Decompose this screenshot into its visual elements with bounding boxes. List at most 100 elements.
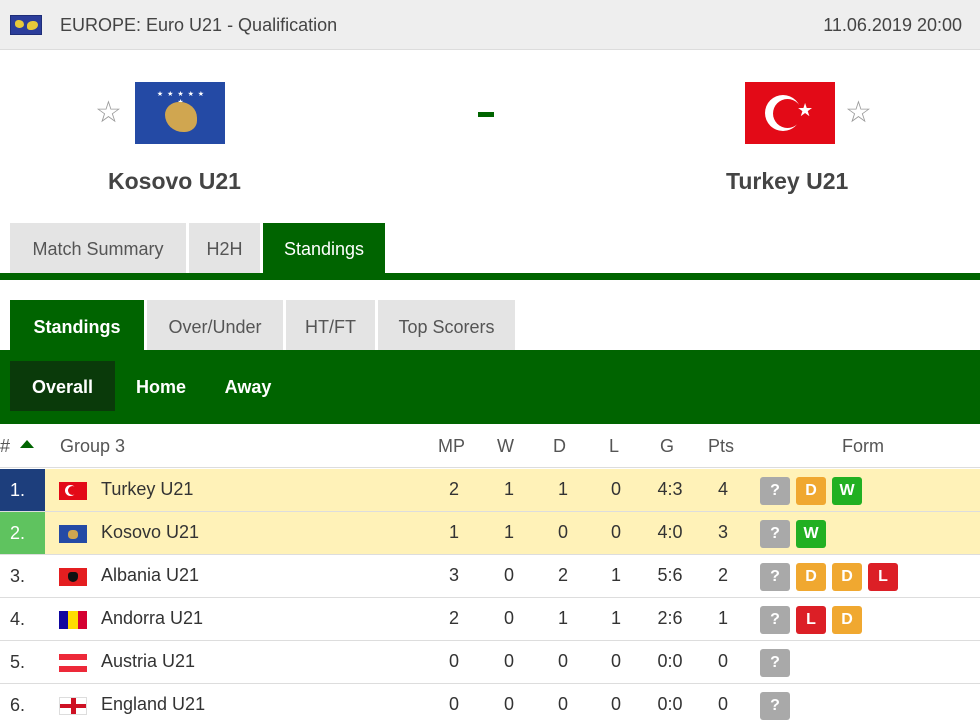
header-group: Group 3 (60, 436, 126, 456)
team-link[interactable]: Kosovo U21 (101, 522, 199, 543)
header-w[interactable]: W (497, 436, 514, 457)
form-badge[interactable]: W (796, 520, 826, 548)
score-separator (478, 112, 494, 117)
filter-overall[interactable]: Overall (10, 361, 115, 411)
cell-pts: 4 (717, 479, 728, 499)
cell-g[interactable]: 0:0 (650, 651, 690, 672)
form-badge[interactable]: D (796, 477, 826, 505)
cell-w: 0 (503, 651, 514, 671)
rank-cell: 3. (10, 566, 26, 586)
cell-mp: 2 (448, 608, 459, 628)
cell-pts: 2 (717, 565, 728, 585)
kosovo-flag-icon (59, 525, 87, 543)
form-badge[interactable]: ? (760, 649, 790, 677)
table-row[interactable]: 5. Austria U21 0 0 0 0 0:0 0? (0, 641, 980, 684)
cell-g[interactable]: 0:0 (650, 694, 690, 715)
team-link[interactable]: England U21 (101, 694, 205, 715)
team-link[interactable]: Turkey U21 (101, 479, 193, 500)
cell-d: 1 (557, 479, 568, 499)
turkey-flag-icon[interactable]: ★ (745, 82, 835, 144)
cell-mp: 0 (448, 694, 459, 714)
turkey-flag-icon (59, 482, 87, 500)
cell-g[interactable]: 5:6 (650, 565, 690, 586)
cell-mp: 3 (448, 565, 459, 585)
header-form: Form (842, 436, 884, 456)
cell-w: 1 (503, 479, 514, 499)
tab-match-summary[interactable]: Match Summary (10, 223, 186, 273)
cell-d: 1 (557, 608, 568, 628)
table-row[interactable]: 1. Turkey U21 2 1 1 0 4:3 4? D W (0, 469, 980, 512)
table-row[interactable]: 4. Andorra U21 2 0 1 1 2:6 1? L D (0, 598, 980, 641)
cell-mp: 1 (448, 522, 459, 542)
form-badge[interactable]: ? (760, 520, 790, 548)
favorite-star-icon-away[interactable]: ☆ (845, 98, 872, 128)
rank-cell: 2. (0, 512, 45, 554)
cell-w: 0 (503, 565, 514, 585)
cell-w: 0 (503, 694, 514, 714)
table-header: # Group 3 MP W D L G Pts Form (0, 424, 980, 468)
rank-cell: 6. (10, 695, 26, 715)
cell-pts: 0 (717, 694, 728, 714)
header-d[interactable]: D (553, 436, 566, 457)
header-l[interactable]: L (609, 436, 619, 457)
header-rank[interactable]: # (0, 436, 10, 457)
cell-l: 0 (610, 651, 621, 671)
form-badge[interactable]: D (796, 563, 826, 591)
cell-mp: 0 (448, 651, 459, 671)
form-badge[interactable]: D (832, 563, 862, 591)
match-datetime: 11.06.2019 20:00 (823, 15, 962, 35)
home-team-name[interactable]: Kosovo U21 (108, 168, 241, 195)
cell-mp: 2 (448, 479, 459, 499)
header-mp[interactable]: MP (438, 436, 465, 457)
away-team-name[interactable]: Turkey U21 (726, 168, 848, 195)
team-link[interactable]: Albania U21 (101, 565, 199, 586)
cell-l: 1 (610, 608, 621, 628)
form-badge[interactable]: W (832, 477, 862, 505)
table-row[interactable]: 3. Albania U21 3 0 2 1 5:6 2? D D L (0, 555, 980, 598)
filter-away[interactable]: Away (208, 361, 288, 411)
form-badge[interactable]: ? (760, 606, 790, 634)
table-row[interactable]: 6. England U21 0 0 0 0 0:0 0? (0, 684, 980, 723)
table-row[interactable]: 2. Kosovo U21 1 1 0 0 4:0 3? W (0, 512, 980, 555)
cell-d: 0 (557, 522, 568, 542)
kosovo-flag-icon[interactable]: ★ ★ ★ ★ ★ ★ (135, 82, 225, 144)
cell-l: 0 (610, 694, 621, 714)
top-bar: EUROPE: Euro U21 - Qualification 11.06.2… (0, 0, 980, 50)
form-badge[interactable]: L (796, 606, 826, 634)
tab-standings[interactable]: Standings (263, 223, 385, 273)
tab-h2h[interactable]: H2H (189, 223, 260, 273)
subtab-ht-ft[interactable]: HT/FT (286, 300, 375, 350)
cell-g[interactable]: 2:6 (650, 608, 690, 629)
filter-home[interactable]: Home (122, 361, 200, 411)
cell-g[interactable]: 4:0 (650, 522, 690, 543)
cell-l: 0 (610, 522, 621, 542)
cell-g[interactable]: 4:3 (650, 479, 690, 500)
cell-l: 0 (610, 479, 621, 499)
cell-d: 0 (557, 694, 568, 714)
sort-up-icon[interactable] (20, 440, 34, 448)
form-badge[interactable]: L (868, 563, 898, 591)
cell-pts: 3 (717, 522, 728, 542)
favorite-star-icon-home[interactable]: ☆ (95, 98, 122, 128)
subtab-top-scorers[interactable]: Top Scorers (378, 300, 515, 350)
cell-pts: 1 (717, 608, 728, 628)
rank-cell: 5. (10, 652, 26, 672)
cell-l: 1 (610, 565, 621, 585)
form-badge[interactable]: ? (760, 477, 790, 505)
subtab-over-under[interactable]: Over/Under (147, 300, 283, 350)
team-link[interactable]: Austria U21 (101, 651, 195, 672)
form-badge[interactable]: D (832, 606, 862, 634)
team-link[interactable]: Andorra U21 (101, 608, 203, 629)
austria-flag-icon (59, 654, 87, 672)
form-badge[interactable]: ? (760, 563, 790, 591)
cell-d: 0 (557, 651, 568, 671)
rank-cell: 1. (0, 469, 45, 511)
subtab-standings[interactable]: Standings (10, 300, 144, 350)
cell-d: 2 (557, 565, 568, 585)
form-badge[interactable]: ? (760, 692, 790, 720)
albania-flag-icon (59, 568, 87, 586)
header-pts[interactable]: Pts (708, 436, 734, 457)
world-map-icon (10, 15, 42, 35)
header-g[interactable]: G (660, 436, 674, 457)
league-name[interactable]: EUROPE: Euro U21 - Qualification (60, 15, 337, 36)
